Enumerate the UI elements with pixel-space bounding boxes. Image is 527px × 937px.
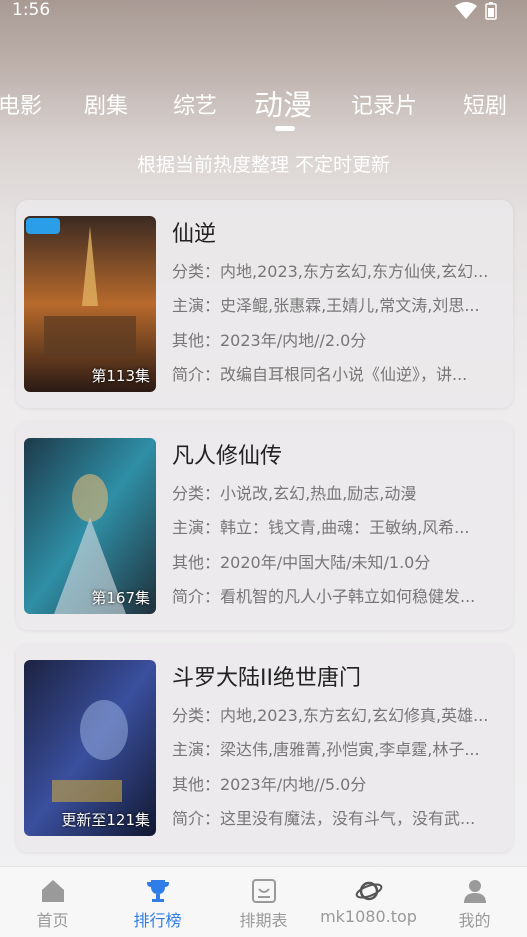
trophy-icon: [146, 880, 169, 902]
card-title: 仙逆: [172, 222, 217, 247]
nav-ranking[interactable]: 排行榜: [105, 877, 210, 931]
card-intro: 简介：这里没有魔法，没有斗气，没有武...: [172, 809, 476, 828]
card-category: 分类：小说改,玄幻,热血,励志,动漫: [172, 484, 417, 503]
card-cast: 主演：梁达伟,唐雅菁,孙恺寅,李卓霆,林子...: [172, 740, 480, 759]
tab-movie[interactable]: 电影: [0, 88, 42, 120]
status-bar: 1:56: [0, 0, 527, 24]
wifi-icon: [455, 2, 477, 19]
ranking-card[interactable]: 第113集 仙逆 分类：内地,2023,东方玄幻,东方仙侠,玄幻... 主演：史…: [16, 200, 513, 408]
episode-badge: 第167集: [91, 589, 150, 607]
page-subtitle: 根据当前热度整理 不定时更新: [136, 154, 391, 176]
card-category: 分类：内地,2023,东方玄幻,玄幻修真,英雄...: [172, 706, 489, 725]
tab-documentary[interactable]: 记录片: [351, 88, 417, 120]
nav-schedule-label: 排期表: [239, 911, 288, 930]
nav-site-label: mk1080.top: [320, 907, 417, 926]
episode-badge: 更新至121集: [61, 811, 150, 829]
card-intro: 简介：看机智的凡人小子韩立如何稳健发...: [172, 587, 476, 606]
poster-tag: [26, 218, 60, 234]
tab-anime[interactable]: 动漫: [254, 82, 312, 124]
nav-schedule[interactable]: 排期表: [211, 877, 316, 931]
schedule-icon: [251, 879, 276, 903]
card-title: 斗罗大陆II绝世唐门: [172, 666, 361, 691]
poster-image[interactable]: 第113集: [24, 216, 156, 392]
tab-short-drama[interactable]: 短剧: [463, 88, 507, 120]
bottom-nav: 首页 排行榜 排期表 mk1080.top 我的: [0, 866, 527, 937]
user-icon: [463, 880, 486, 903]
ranking-card[interactable]: 更新至121集 斗罗大陆II绝世唐门 分类：内地,2023,东方玄幻,玄幻修真,…: [16, 644, 513, 852]
nav-site[interactable]: mk1080.top: [316, 877, 421, 926]
card-cast: 主演：史泽鲲,张惠霖,王婧儿,常文涛,刘思...: [172, 296, 480, 315]
poster-image[interactable]: 第167集: [24, 438, 156, 614]
episode-badge: 第113集: [91, 367, 150, 385]
nav-home[interactable]: 首页: [0, 877, 105, 931]
card-cast: 主演：韩立：钱文青,曲魂：王敏纳,风希...: [172, 518, 470, 537]
tab-indicator: [275, 126, 295, 131]
battery-icon: [485, 2, 497, 20]
nav-profile[interactable]: 我的: [422, 877, 527, 931]
category-tabs: 电影 剧集 综艺 动漫 记录片 短剧: [0, 80, 527, 128]
tab-variety[interactable]: 综艺: [173, 88, 217, 120]
ranking-card[interactable]: 第167集 凡人修仙传 分类：小说改,玄幻,热血,励志,动漫 主演：韩立：钱文青…: [16, 422, 513, 630]
tab-series[interactable]: 剧集: [84, 88, 128, 120]
card-other: 其他：2023年/内地//5.0分: [172, 775, 367, 794]
nav-home-label: 首页: [36, 911, 69, 930]
card-intro: 简介：改编自耳根同名小说《仙逆》，讲...: [172, 365, 468, 384]
home-icon: [41, 880, 64, 902]
card-other: 其他：2023年/内地//2.0分: [172, 331, 367, 350]
planet-icon: [355, 881, 382, 901]
card-category: 分类：内地,2023,东方玄幻,东方仙侠,玄幻...: [172, 262, 489, 281]
card-title: 凡人修仙传: [172, 444, 283, 469]
nav-profile-label: 我的: [458, 911, 491, 930]
poster-image[interactable]: 更新至121集: [24, 660, 156, 836]
card-other: 其他：2020年/中国大陆/未知/1.0分: [172, 553, 431, 572]
status-time: 1:56: [12, 0, 51, 20]
nav-ranking-label: 排行榜: [133, 911, 182, 930]
status-icons: [455, 2, 497, 20]
